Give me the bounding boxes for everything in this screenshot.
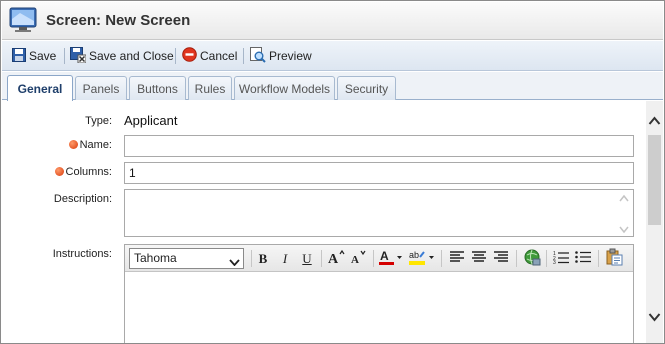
save-button[interactable]: Save [12,46,56,66]
align-right-icon [494,251,508,266]
preview-icon [250,46,269,66]
align-left-button[interactable] [447,249,467,268]
decrease-font-size-button[interactable]: A [348,249,368,268]
editor-divider [251,250,252,267]
instructions-editor[interactable]: Tahoma B I U A A A ab 1 2 3 [124,244,634,343]
increase-font-size-button[interactable]: A [326,249,346,268]
insert-link-button[interactable] [522,249,542,268]
scroll-down-icon[interactable] [648,311,661,325]
screen-dialog: Screen: New Screen Save Save and Close C… [0,0,665,344]
toolbar-divider [64,48,65,64]
screen-icon [9,7,37,33]
editor-content-area[interactable] [125,272,633,343]
svg-text:ab: ab [409,250,419,260]
cancel-label: Cancel [200,49,238,63]
editor-divider [321,250,322,267]
tab-buttons[interactable]: Buttons [129,76,186,100]
name-label-group: Name: [68,139,112,151]
align-left-icon [450,251,464,266]
columns-label: Columns: [65,166,112,178]
highlight-color-button[interactable]: ab [408,249,436,268]
font-size-decrease-icon: A [349,249,367,268]
bold-icon: B [258,250,268,266]
columns-label-group: Columns: [54,166,112,178]
name-input[interactable] [124,135,634,157]
tab-general[interactable]: General [7,75,73,101]
paste-from-word-button[interactable] [604,248,624,269]
tab-strip: General Panels Buttons Rules Workflow Mo… [2,72,663,101]
save-label: Save [29,49,57,63]
page-scrollbar[interactable] [646,101,663,343]
editor-divider [373,250,374,267]
font-color-icon: A [378,248,404,269]
columns-input[interactable] [124,162,634,184]
bulleted-list-button[interactable] [573,249,593,268]
description-textarea[interactable] [124,189,634,237]
tab-rules[interactable]: Rules [188,76,232,100]
highlight-icon: ab [408,248,436,269]
required-indicator-icon [54,166,64,176]
tab-panels[interactable]: Panels [75,76,127,100]
preview-label: Preview [269,49,312,63]
font-family-value: Tahoma [134,251,177,265]
numbered-list-button[interactable]: 123 [551,249,571,268]
type-value: Applicant [124,113,178,128]
scroll-up-icon[interactable] [648,115,661,129]
paste-icon [605,248,623,269]
bold-button[interactable]: B [253,249,273,268]
font-size-increase-icon: A [327,249,345,268]
scrollbar-thumb[interactable] [648,135,661,225]
required-indicator-icon [68,139,78,149]
toolbar-divider [175,48,176,64]
description-label: Description: [53,193,112,205]
save-and-close-button[interactable]: Save and Close [70,46,174,66]
preview-button[interactable]: Preview [250,46,312,66]
font-family-select[interactable]: Tahoma [129,248,244,269]
svg-text:A: A [351,254,359,265]
type-label: Type: [85,115,112,127]
underline-button[interactable]: U [297,249,317,268]
bulleted-list-icon [575,250,591,267]
tab-security[interactable]: Security [337,76,396,100]
tab-workflow-models[interactable]: Workflow Models [234,76,335,100]
editor-toolbar: Tahoma B I U A A A ab 1 2 3 [125,245,633,272]
save-icon [12,47,29,65]
italic-button[interactable]: I [275,249,295,268]
cancel-icon [182,47,200,65]
svg-text:3: 3 [553,260,556,264]
italic-icon: I [282,250,288,266]
globe-link-icon [523,248,541,269]
editor-divider [516,250,517,267]
save-close-icon [70,46,89,66]
page-title: Screen: New Screen [46,12,191,29]
font-color-button[interactable]: A [378,249,404,268]
editor-divider [441,250,442,267]
align-center-icon [472,251,486,266]
save-and-close-label: Save and Close [89,49,174,63]
description-scrollbar[interactable] [617,192,631,234]
numbered-list-icon: 123 [553,250,569,267]
action-toolbar: Save Save and Close Cancel Preview [2,41,663,71]
underline-icon: U [302,250,312,266]
toolbar-divider [243,48,244,64]
align-center-button[interactable] [469,249,489,268]
editor-divider [546,250,547,267]
chevron-down-icon [229,255,240,269]
svg-text:A: A [380,249,389,263]
instructions-label: Instructions: [52,248,112,260]
name-label: Name: [79,139,112,151]
editor-divider [598,250,599,267]
cancel-button[interactable]: Cancel [182,46,237,66]
general-tab-panel: Type: Applicant Name: Columns: Descripti… [2,101,663,343]
title-bar: Screen: New Screen [2,2,663,40]
svg-text:A: A [328,252,339,265]
align-right-button[interactable] [491,249,511,268]
